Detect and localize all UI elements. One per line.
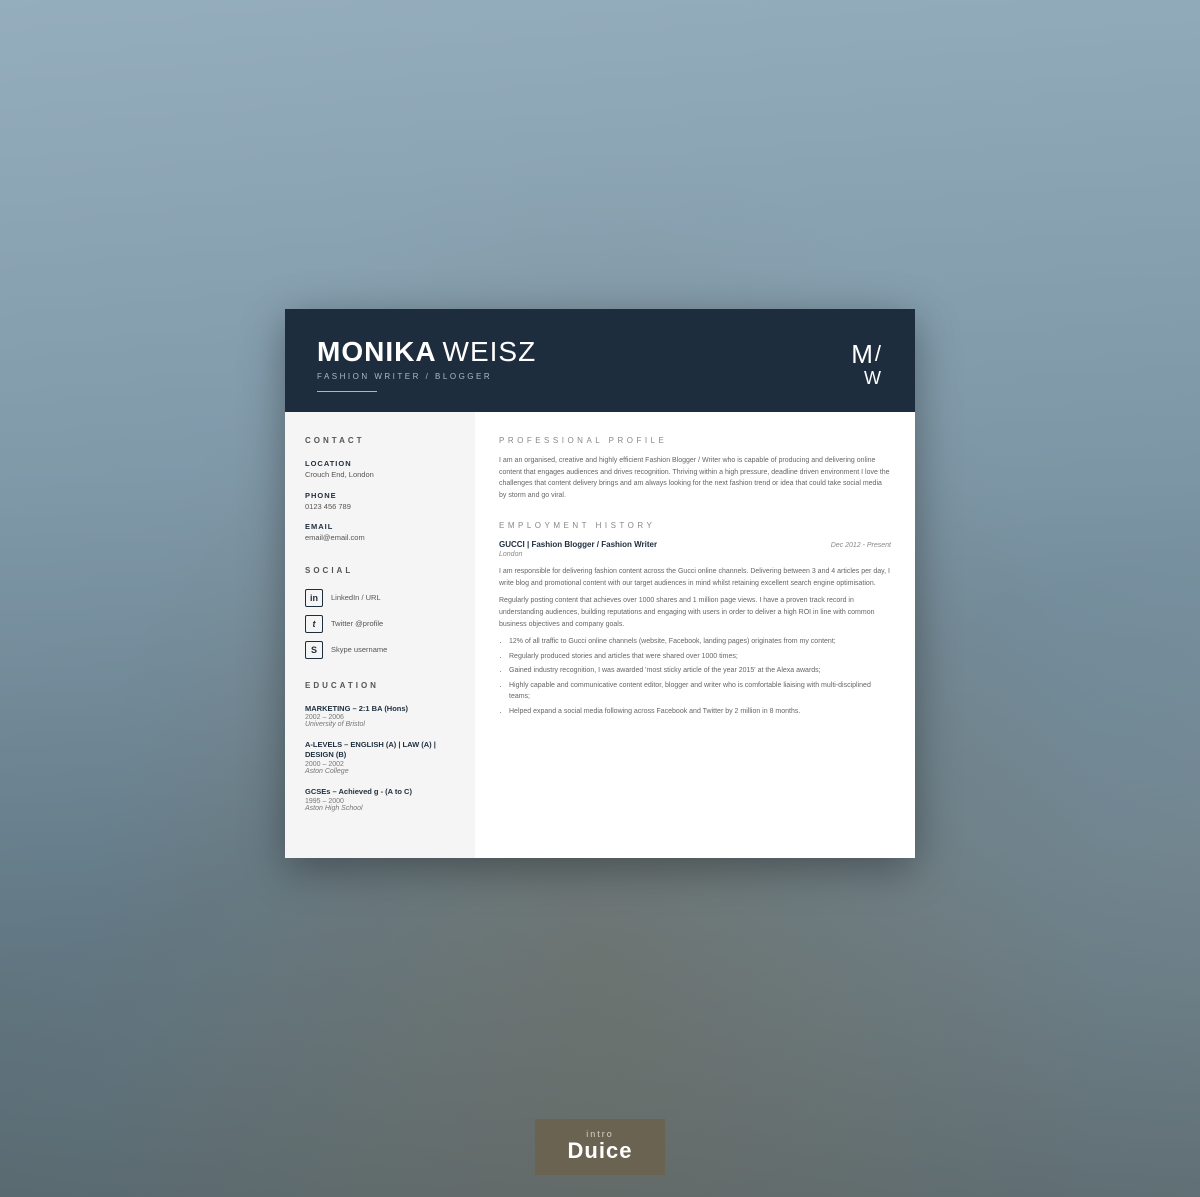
monogram-m: M xyxy=(851,339,875,369)
social-section-title: SOCIAL xyxy=(305,566,455,575)
social-item-linkedin[interactable]: in LinkedIn / URL xyxy=(305,589,455,607)
edu-item-3: GCSEs – Achieved g - (A to C) 1995 – 200… xyxy=(305,787,455,812)
linkedin-icon: in xyxy=(305,589,323,607)
job-header-1: GUCCI | Fashion Blogger / Fashion Writer… xyxy=(499,540,891,549)
edu-degree-3: GCSEs – Achieved g - (A to C) xyxy=(305,787,455,797)
header-title: FASHION WRITER / BLOGGER xyxy=(317,372,536,381)
job-dates-1: Dec 2012 - Present xyxy=(831,542,891,549)
edu-school-2: Aston College xyxy=(305,768,455,775)
job-desc-2: Regularly posting content that achieves … xyxy=(499,595,891,630)
job-title-1: GUCCI | Fashion Blogger / Fashion Writer xyxy=(499,540,657,549)
social-item-twitter[interactable]: t Twitter @profile xyxy=(305,615,455,633)
profile-text: I am an organised, creative and highly e… xyxy=(499,455,891,501)
phone-value: 0123 456 789 xyxy=(305,502,455,513)
edu-year-1: 2002 – 2006 xyxy=(305,714,455,721)
contact-section: CONTACT LOCATION Crouch End, London PHON… xyxy=(305,436,455,544)
twitter-icon: t xyxy=(305,615,323,633)
last-name: WEISZ xyxy=(443,336,537,367)
branding-bar: intro Duice xyxy=(535,1119,665,1175)
bullet-5: Helped expand a social media following a… xyxy=(509,706,891,718)
education-section: EDUCATION MARKETING – 2:1 BA (Hons) 2002… xyxy=(305,681,455,812)
bullet-3: Gained industry recognition, I was award… xyxy=(509,665,891,677)
linkedin-label: LinkedIn / URL xyxy=(331,593,381,602)
social-section: SOCIAL in LinkedIn / URL t Twitter @prof… xyxy=(305,566,455,659)
twitter-label: Twitter @profile xyxy=(331,619,383,628)
location-value: Crouch End, London xyxy=(305,470,455,481)
email-value: email@email.com xyxy=(305,533,455,544)
resume-document: MONIKAWEISZ FASHION WRITER / BLOGGER M/ … xyxy=(285,309,915,857)
resume-header: MONIKAWEISZ FASHION WRITER / BLOGGER M/ … xyxy=(285,309,915,412)
branding-name: Duice xyxy=(551,1139,649,1163)
edu-year-2: 2000 – 2002 xyxy=(305,761,455,768)
employment-section-title: EMPLOYMENT HISTORY xyxy=(499,521,891,530)
contact-section-title: CONTACT xyxy=(305,436,455,445)
header-name: MONIKAWEISZ xyxy=(317,337,536,368)
edu-school-3: Aston High School xyxy=(305,805,455,812)
job-bullets-1: 12% of all traffic to Gucci online chann… xyxy=(509,636,891,717)
edu-degree-2: A-LEVELS – ENGLISH (A) | LAW (A) | DESIG… xyxy=(305,740,455,760)
header-divider xyxy=(317,391,377,392)
monogram-w: W xyxy=(851,369,883,387)
employment-section: EMPLOYMENT HISTORY GUCCI | Fashion Blogg… xyxy=(499,521,891,717)
first-name: MONIKA xyxy=(317,336,437,367)
job-item-1: GUCCI | Fashion Blogger / Fashion Writer… xyxy=(499,540,891,717)
resume-body: CONTACT LOCATION Crouch End, London PHON… xyxy=(285,412,915,858)
social-item-skype[interactable]: S Skype username xyxy=(305,641,455,659)
job-desc-1: I am responsible for delivering fashion … xyxy=(499,566,891,589)
edu-item-2: A-LEVELS – ENGLISH (A) | LAW (A) | DESIG… xyxy=(305,740,455,775)
education-section-title: EDUCATION xyxy=(305,681,455,690)
edu-degree-1: MARKETING – 2:1 BA (Hons) xyxy=(305,704,455,714)
edu-year-3: 1995 – 2000 xyxy=(305,798,455,805)
job-location-1: London xyxy=(499,551,891,558)
edu-school-1: University of Bristol xyxy=(305,721,455,728)
monogram-slash: / xyxy=(875,341,883,366)
edu-item-1: MARKETING – 2:1 BA (Hons) 2002 – 2006 Un… xyxy=(305,704,455,729)
bullet-2: Regularly produced stories and articles … xyxy=(509,651,891,663)
email-label: EMAIL xyxy=(305,522,455,531)
skype-icon: S xyxy=(305,641,323,659)
header-monogram: M/ W xyxy=(851,337,883,387)
header-left: MONIKAWEISZ FASHION WRITER / BLOGGER xyxy=(317,337,536,392)
main-content: PROFESSIONAL PROFILE I am an organised, … xyxy=(475,412,915,858)
profile-section-title: PROFESSIONAL PROFILE xyxy=(499,436,891,445)
bullet-1: 12% of all traffic to Gucci online chann… xyxy=(509,636,891,648)
skype-label: Skype username xyxy=(331,645,387,654)
bullet-4: Highly capable and communicative content… xyxy=(509,680,891,703)
phone-label: PHONE xyxy=(305,491,455,500)
profile-section: PROFESSIONAL PROFILE I am an organised, … xyxy=(499,436,891,501)
resume-sidebar: CONTACT LOCATION Crouch End, London PHON… xyxy=(285,412,475,858)
location-label: LOCATION xyxy=(305,459,455,468)
